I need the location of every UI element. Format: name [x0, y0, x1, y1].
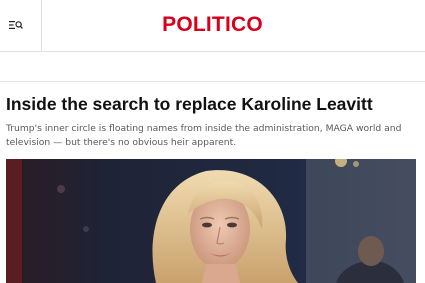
section-divider	[0, 81, 425, 82]
site-header: POLITICO	[0, 0, 425, 52]
menu-button[interactable]	[0, 0, 42, 51]
lead-photo[interactable]	[6, 159, 416, 283]
menu-search-icon	[9, 21, 23, 29]
site-logo[interactable]: POLITICO	[0, 12, 425, 38]
article-dek: Trump's inner circle is floating names f…	[6, 123, 402, 148]
article-headline[interactable]: Inside the search to replace Karoline Le…	[6, 93, 418, 115]
